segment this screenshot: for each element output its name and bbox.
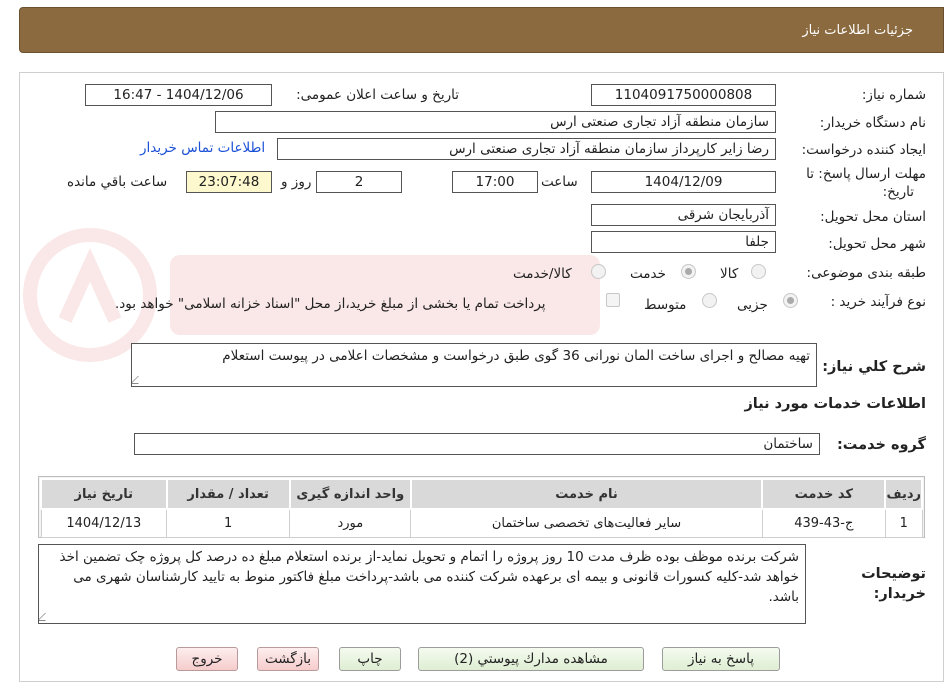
col-unit: واحد اندازه گیری <box>288 478 412 510</box>
cell-qty: 1 <box>166 508 291 538</box>
cell-date: 1404/12/13 <box>40 508 168 538</box>
category-goods-label: کالا <box>720 266 739 282</box>
process-label: نوع فرآیند خرید : <box>830 294 926 310</box>
summary-text: تهیه مصالح و اجرای ساخت المان نورانی 36 … <box>222 348 810 364</box>
deadline-date-field: 1404/12/09 <box>591 171 776 193</box>
process-medium-radio[interactable] <box>702 293 717 308</box>
requester-label: ایجاد کننده درخواست: <box>801 142 926 158</box>
treasury-payment-note: پرداخت تمام یا بخشی از مبلغ خرید،از محل … <box>115 296 546 312</box>
buyer-notes-label: توضيحات <box>861 566 926 582</box>
page-title: جزئیات اطلاعات نیاز <box>802 23 913 38</box>
col-date: تاریخ نیاز <box>40 478 168 510</box>
col-name: نام خدمت <box>409 478 764 510</box>
cell-row: 1 <box>884 508 923 538</box>
buyer-notes-label-2: خريدار: <box>873 586 926 602</box>
cell-unit: مورد <box>289 508 412 538</box>
table-row: 1 ج-43-439 سایر فعالیت‌های تخصصی ساختمان… <box>40 508 923 538</box>
col-code: كد خدمت <box>761 478 887 510</box>
cell-name: سایر فعالیت‌های تخصصی ساختمان <box>410 508 763 538</box>
back-button[interactable]: بازگشت <box>257 647 319 671</box>
services-section-title: اطلاعات خدمات مورد نياز <box>744 396 926 412</box>
deadline-time-field: 17:00 <box>452 171 538 193</box>
announce-field: 1404/12/06 - 16:47 <box>85 84 272 106</box>
remaining-time-field: 23:07:48 <box>186 171 272 193</box>
city-field: جلفا <box>591 231 776 253</box>
reply-button[interactable]: پاسخ به نياز <box>662 647 780 671</box>
remaining-label: ساعت باقي مانده <box>67 174 168 190</box>
category-service-radio[interactable] <box>681 264 696 279</box>
announce-label: تاریخ و ساعت اعلان عمومی: <box>296 87 459 103</box>
col-row: رديف <box>884 478 923 510</box>
need-number-label: شماره نیاز: <box>861 87 926 103</box>
deadline-label: مهلت ارسال پاسخ: تا <box>806 166 926 182</box>
page-header: جزئیات اطلاعات نیاز <box>19 7 944 53</box>
requester-field: رضا زایر کارپرداز سازمان منطقه آزاد تجار… <box>277 138 776 160</box>
process-medium-label: متوسط <box>644 297 687 313</box>
province-label: استان محل تحویل: <box>820 209 926 225</box>
days-remaining-field: 2 <box>316 171 402 193</box>
category-label: طبقه بندی موضوعی: <box>806 265 926 281</box>
service-group-field: ساختمان <box>134 433 820 455</box>
buyer-contact-link[interactable]: اطلاعات تماس خریدار <box>140 140 265 156</box>
province-field: آذربایجان شرقی <box>591 204 776 226</box>
category-service-label: خدمت <box>630 266 666 282</box>
services-table: رديف كد خدمت نام خدمت واحد اندازه گیری ت… <box>40 478 923 538</box>
treasury-payment-checkbox[interactable] <box>606 293 620 307</box>
col-qty: تعداد / مقدار <box>165 478 291 510</box>
category-goods-radio[interactable] <box>751 264 766 279</box>
city-label: شهر محل تحویل: <box>828 236 926 252</box>
resize-handle-icon[interactable] <box>132 376 146 384</box>
cell-code: ج-43-439 <box>761 508 886 538</box>
summary-label: شرح کلي نياز: <box>822 359 926 375</box>
print-button[interactable]: چاپ <box>339 647 401 671</box>
buyer-org-label: نام دستگاه خریدار: <box>819 115 926 131</box>
summary-textarea: تهیه مصالح و اجرای ساخت المان نورانی 36 … <box>131 343 817 387</box>
resize-handle-icon[interactable] <box>39 613 53 621</box>
exit-button[interactable]: خروج <box>176 647 238 671</box>
service-group-label: گروه خدمت: <box>836 437 926 453</box>
view-attachments-button[interactable]: مشاهده مدارك پيوستي (2) <box>418 647 644 671</box>
buyer-org-field: سازمان منطقه آزاد تجاری صنعتی ارس <box>215 111 776 133</box>
category-both-label: کالا/خدمت <box>513 266 572 282</box>
days-label: روز و <box>281 174 312 190</box>
buyer-notes-text: شرکت برنده موظف بوده ظرف مدت 10 روز پروژ… <box>59 549 799 605</box>
deadline-time-label: ساعت <box>541 174 578 190</box>
category-both-radio[interactable] <box>591 264 606 279</box>
process-minor-radio[interactable] <box>783 293 798 308</box>
need-number-field: 1104091750000808 <box>591 84 776 106</box>
buyer-notes-textarea: شرکت برنده موظف بوده ظرف مدت 10 روز پروژ… <box>38 544 806 624</box>
deadline-label-date: تاریخ: <box>882 184 914 200</box>
process-minor-label: جزیی <box>737 297 768 313</box>
